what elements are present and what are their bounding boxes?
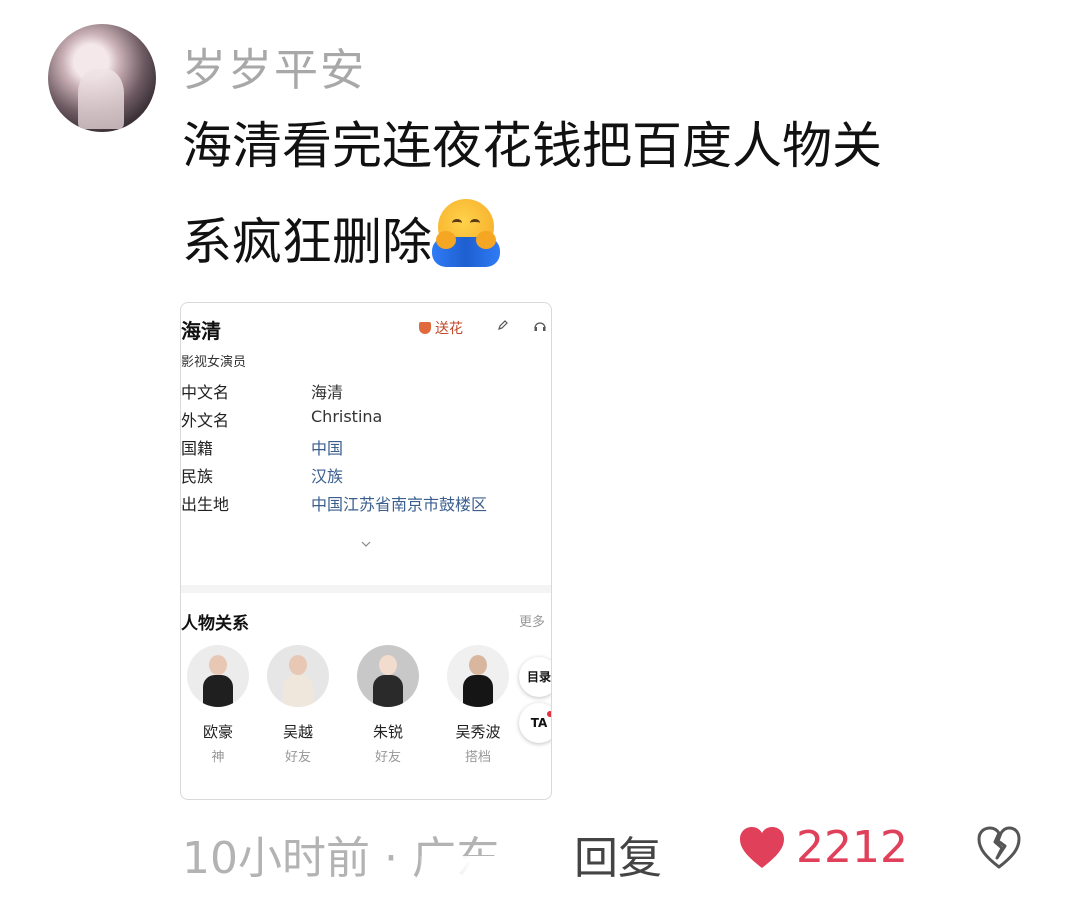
info-key: 出生地 [181, 495, 230, 514]
person-photo [357, 645, 419, 707]
person-name: 朱锐 [372, 723, 403, 741]
person-role: 神 [211, 750, 225, 765]
hugging-face-emoji-icon [432, 199, 500, 267]
avatar[interactable] [48, 24, 156, 132]
relation-person[interactable]: 吴越 好友 [253, 645, 343, 765]
comment-text-line2-text: 系疯狂删除 [182, 213, 432, 271]
person-role: 搭档 [464, 750, 491, 765]
info-value-link[interactable]: 中国江苏省南京市鼓楼区 [311, 491, 487, 515]
relation-person[interactable]: 朱锐 好友 [343, 645, 433, 765]
like-count: 2212 [796, 822, 908, 873]
comment-text-line1: 海清看完连夜花钱把百度人物关 [182, 117, 882, 175]
person-photo [447, 645, 509, 707]
info-value-link[interactable]: 中国 [311, 435, 343, 459]
card-subtitle: 影视女演员 [181, 355, 247, 370]
person-photo [187, 645, 249, 707]
relation-person[interactable]: 欧豪 神 [181, 645, 263, 765]
relations-title: 人物关系 [181, 614, 249, 634]
person-name: 吴秀波 [455, 723, 501, 741]
username[interactable]: 岁岁平安 [182, 34, 366, 98]
person-name: 吴越 [282, 723, 313, 741]
more-link[interactable]: 更多 [519, 611, 545, 630]
relation-person[interactable]: 吴秀波 搭档 [433, 645, 523, 765]
broken-heart-icon[interactable] [976, 826, 1022, 870]
reply-button[interactable]: 回复 [574, 822, 662, 886]
info-value-link[interactable]: 汉族 [311, 463, 343, 487]
notification-dot [547, 711, 551, 717]
info-key: 国籍 [181, 439, 214, 458]
person-photo [267, 645, 329, 707]
comment-text-line2: 系疯狂删除 [182, 194, 1022, 290]
ta-button[interactable]: TA [519, 703, 551, 743]
person-name: 欧豪 [202, 723, 233, 741]
flower-icon [419, 322, 431, 334]
info-key: 民族 [181, 467, 214, 486]
info-key: 外文名 [181, 411, 230, 430]
person-role: 好友 [284, 750, 311, 765]
person-role: 好友 [374, 750, 401, 765]
baike-screenshot-card[interactable]: 海清 送花 影视女演员 中文名 海清 外文名 Christina 国籍 中国 民族 汉族… [180, 302, 552, 800]
send-flower-button[interactable]: 送花 [419, 318, 463, 338]
info-value: 海清 [311, 383, 344, 402]
card-title: 海清 [181, 319, 221, 343]
toc-button[interactable]: 目录 [519, 657, 551, 697]
chevron-down-icon[interactable] [361, 539, 371, 549]
edit-icon[interactable] [497, 319, 509, 331]
send-flower-label: 送花 [435, 321, 463, 337]
section-divider [181, 585, 551, 593]
ta-label: TA [530, 716, 548, 730]
info-key: 中文名 [181, 383, 230, 402]
heart-icon[interactable] [738, 826, 786, 870]
info-value: Christina [311, 407, 383, 426]
audio-icon[interactable] [533, 319, 547, 333]
